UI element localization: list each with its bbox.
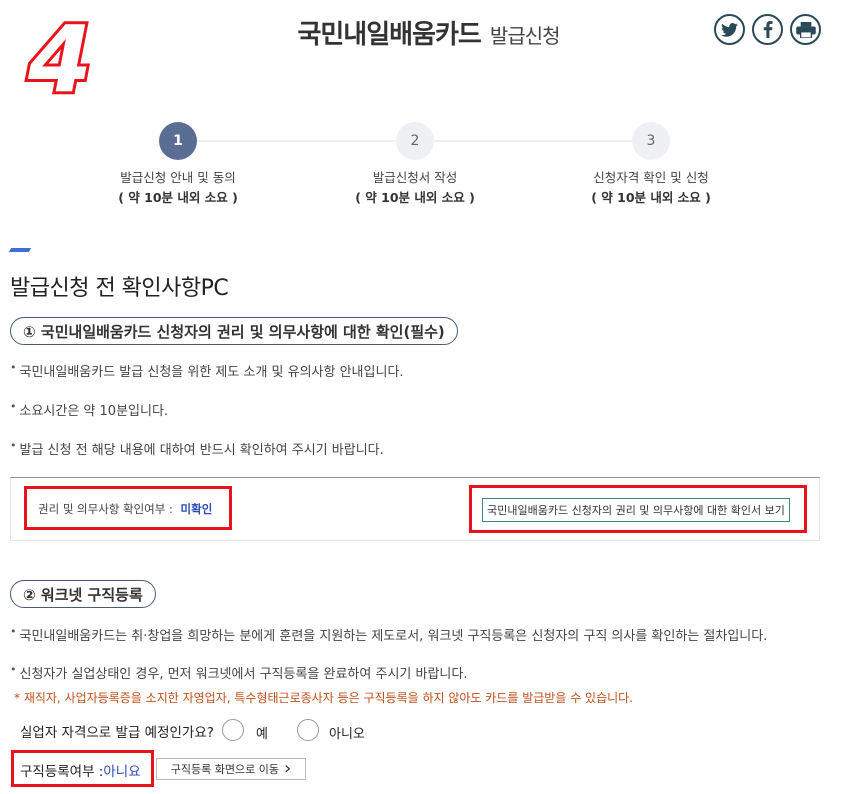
twitter-icon — [721, 22, 738, 37]
section-accent-bar — [8, 248, 32, 252]
step-3-label: 신청자격 확인 및 신청 ( 약 10분 내외 소요 ) — [591, 170, 711, 205]
part1-heading: ① 국민내일배움카드 신청자의 권리 및 의무사항에 대한 확인(필수) — [10, 317, 458, 345]
registration-status-label: 구직등록여부 : — [20, 764, 104, 780]
registration-status: 구직등록여부 :아니요 — [20, 760, 141, 780]
radio-yes-label: 예 — [256, 727, 268, 742]
goto-registration-button[interactable]: 구직등록 화면으로 이동 › — [156, 758, 306, 780]
part1-bullet-2: • 소요시간은 약 10분입니다. — [10, 400, 169, 419]
section-title: 발급신청 전 확인사항PC — [10, 276, 229, 301]
exemption-notice: * 재직자, 사업자등록증을 소지한 자영업자, 특수형태근로종사자 등은 구직… — [14, 691, 634, 705]
goto-registration-label: 구직등록 화면으로 이동 — [170, 763, 279, 776]
view-rights-document-button[interactable]: 국민내일배움카드 신청자의 권리 및 의무사항에 대한 확인서 보기 — [482, 498, 790, 522]
print-icon — [795, 21, 816, 38]
part1-bullet-3: • 발급 신청 전 해당 내용에 대하여 반드시 확인하여 주시기 바랍니다. — [10, 439, 384, 458]
step-1-label: 발급신청 안내 및 동의 ( 약 10분 내외 소요 ) — [118, 170, 238, 205]
step-2-label: 발급신청서 작성 ( 약 10분 내외 소요 ) — [355, 170, 475, 205]
step-2-circle: 2 — [396, 122, 434, 160]
radio-no-label: 아니오 — [329, 727, 365, 742]
part2-bullet-2: • 신청자가 실업상태인 경우, 먼저 워크넷에서 구직등록을 완료하여 주시기 … — [10, 663, 468, 682]
step-3-circle: 3 — [632, 122, 670, 160]
part2-bullet-1: • 국민내일배움카드는 취·창업을 희망하는 분에게 훈련을 지원하는 제도로서,… — [10, 625, 768, 644]
print-button[interactable] — [790, 14, 821, 45]
step-1-circle: 1 — [159, 122, 197, 160]
chevron-right-icon: › — [284, 758, 292, 779]
page-title-main: 국민내일배움카드 — [297, 20, 481, 50]
rights-status-value: 미확인 — [180, 502, 213, 516]
facebook-share-button[interactable] — [752, 14, 783, 45]
rights-status-label: 권리 및 의무사항 확인여부 : — [38, 502, 173, 516]
twitter-share-button[interactable] — [714, 14, 745, 45]
rights-status: 권리 및 의무사항 확인여부 : 미확인 — [38, 501, 212, 517]
unemployed-question: 실업자 자격으로 발급 예정인가요? — [20, 725, 214, 741]
radio-yes[interactable] — [222, 719, 244, 741]
radio-no[interactable] — [297, 719, 319, 741]
part2-heading: ② 워크넷 구직등록 — [10, 580, 156, 608]
page-title-sub: 발급신청 — [489, 24, 561, 48]
facebook-icon — [763, 21, 773, 38]
registration-status-value: 아니요 — [103, 764, 141, 780]
part1-bullet-1: • 국민내일배움카드 발급 신청을 위한 제도 소개 및 유의사항 안내입니다. — [10, 361, 404, 380]
